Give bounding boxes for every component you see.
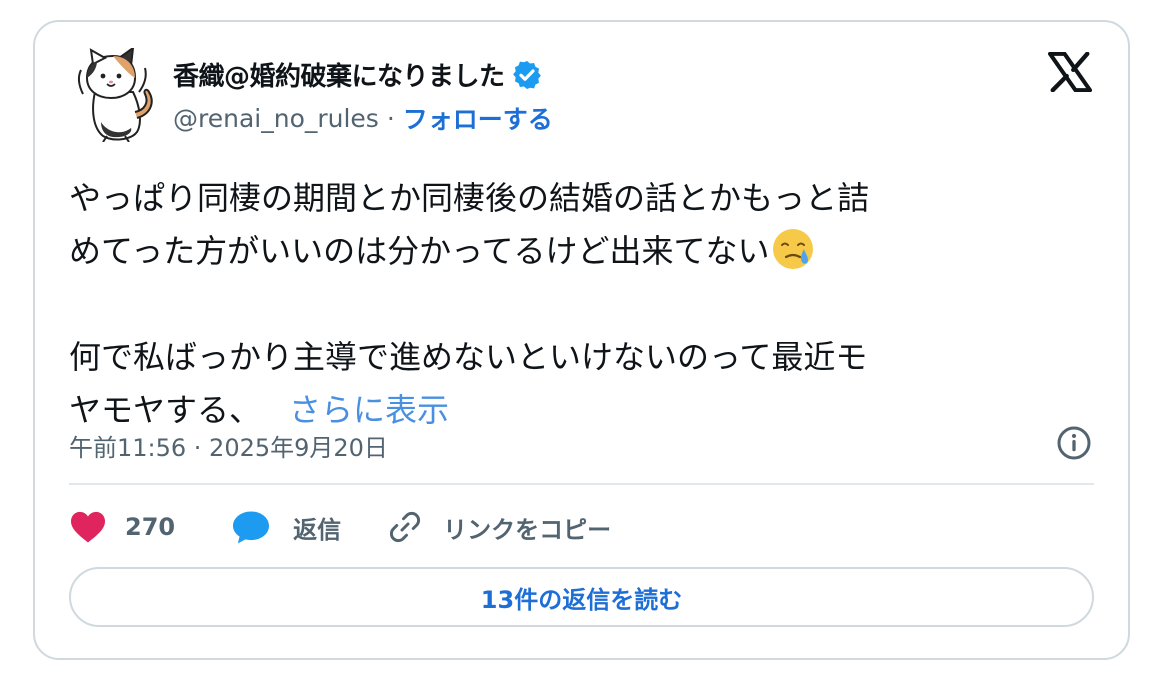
heart-icon xyxy=(71,511,105,543)
read-replies-button[interactable]: 13件の返信を読む xyxy=(69,567,1094,627)
verified-badge-icon xyxy=(512,60,541,89)
author-display-name[interactable]: 香織@婚約破棄になりました xyxy=(173,56,505,93)
tweet-card: 香織@婚約破棄になりました @renai_no_rules · フォローする や… xyxy=(33,20,1130,660)
divider xyxy=(69,483,1094,485)
info-icon[interactable] xyxy=(1056,425,1092,461)
show-more-link[interactable]: さらに表示 xyxy=(289,391,449,429)
x-logo-icon[interactable] xyxy=(1048,52,1092,92)
face-holding-back-tears-icon xyxy=(773,229,814,269)
reply-label: 返信 xyxy=(293,515,342,544)
like-button[interactable]: 270 xyxy=(69,510,175,544)
link-icon xyxy=(390,511,421,543)
author-name-row[interactable]: 香織@婚約破棄になりました xyxy=(173,56,543,93)
tweet-line-with-emoji: めてった方がいいのは分かってるけど出来てない xyxy=(69,225,1079,278)
speech-bubble-icon xyxy=(233,511,270,544)
handle-separator: · xyxy=(386,103,395,133)
action-bar: 270 返信 リンクをコピー xyxy=(69,506,611,548)
cat-avatar-icon[interactable] xyxy=(73,48,159,142)
copy-link-label: リンクをコピー xyxy=(443,515,612,544)
reply-button[interactable]: 返信 xyxy=(231,509,341,545)
tweet-line: 何で私ばっかり主導で進めないといけないのって最近モ xyxy=(69,338,868,376)
follow-button[interactable]: フォローする xyxy=(403,100,553,136)
copy-link-button[interactable]: リンクをコピー xyxy=(387,509,611,545)
tweet-line: やっぱり同棲の期間とか同棲後の結婚の話とかもっと詰 xyxy=(69,179,870,217)
author-handle-row: @renai_no_rules · フォローする xyxy=(173,100,553,136)
author-handle[interactable]: @renai_no_rules xyxy=(173,104,379,133)
like-count: 270 xyxy=(125,513,176,541)
tweet-line: めてった方がいいのは分かってるけど出来てない xyxy=(69,232,770,270)
tweet-timestamp[interactable]: 午前11:56 · 2025年9月20日 xyxy=(69,428,388,463)
tweet-text: やっぱり同棲の期間とか同棲後の結婚の話とかもっと詰 めてった方がいいのは分かって… xyxy=(69,172,1079,437)
tweet-line: ヤモヤする、 xyxy=(69,391,262,429)
